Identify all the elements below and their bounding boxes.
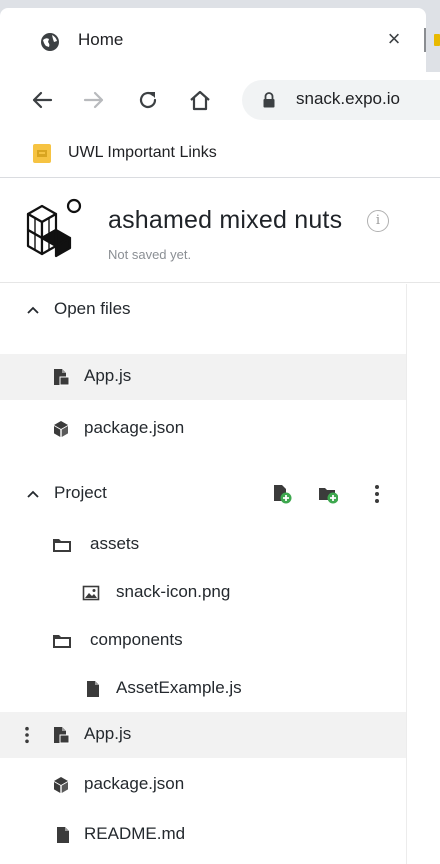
js-file-icon [54, 727, 70, 744]
section-open-files-label: Open files [54, 299, 131, 318]
package-icon [54, 777, 68, 793]
project-name[interactable]: ashamed mixed nuts [108, 206, 342, 235]
bookmark-uwl-important-links[interactable]: UWL Important Links [68, 144, 217, 162]
package-icon [54, 421, 68, 437]
image-file-icon [82, 585, 100, 601]
new-file-icon[interactable] [272, 484, 292, 504]
folder-icon [53, 539, 71, 552]
snack-logo-icon[interactable] [22, 196, 86, 260]
tree-item-label: package.json [84, 774, 185, 793]
home-button[interactable] [186, 86, 214, 114]
save-status: Not saved yet. [108, 247, 192, 262]
file-icon [87, 681, 99, 697]
tab-title: Home [78, 30, 124, 49]
tree-item-label: App.js [84, 724, 132, 743]
new-folder-icon[interactable] [318, 484, 338, 504]
browser-tab-home[interactable] [0, 8, 426, 72]
tree-item-label: assets [90, 534, 140, 553]
home-icon [190, 90, 210, 111]
more-vertical-icon[interactable] [374, 484, 380, 504]
file-icon [57, 827, 69, 843]
forward-button[interactable] [80, 86, 108, 114]
folder-icon [53, 635, 71, 648]
section-project-label: Project [54, 483, 107, 502]
back-button[interactable] [28, 86, 56, 114]
editor-pane[interactable] [406, 284, 440, 864]
tree-item-label: snack-icon.png [116, 582, 231, 601]
reload-icon [139, 91, 157, 109]
tree-item-label: README.md [84, 824, 186, 843]
reload-button[interactable] [134, 86, 162, 114]
open-file-label: package.json [84, 418, 185, 437]
tab-close-button[interactable]: × [384, 28, 404, 50]
arrow-right-icon [83, 91, 104, 109]
more-vertical-icon[interactable] [24, 726, 30, 744]
folder-yellow-icon [33, 144, 51, 163]
tree-item-label: AssetExample.js [116, 678, 242, 697]
tab-separator [424, 28, 426, 52]
next-tab-favicon[interactable] [434, 34, 440, 46]
js-file-icon [54, 369, 70, 386]
info-icon[interactable]: i [367, 210, 389, 232]
chevron-up-icon[interactable] [26, 305, 40, 315]
arrow-left-icon [32, 91, 53, 109]
tree-item-label: components [90, 630, 183, 649]
globe-icon [41, 33, 59, 51]
address-url[interactable]: snack.expo.io [296, 89, 400, 109]
chevron-up-icon[interactable] [26, 489, 40, 499]
lock-icon [263, 92, 275, 108]
bookmarks-bar [0, 128, 440, 178]
open-file-label: App.js [84, 366, 132, 385]
